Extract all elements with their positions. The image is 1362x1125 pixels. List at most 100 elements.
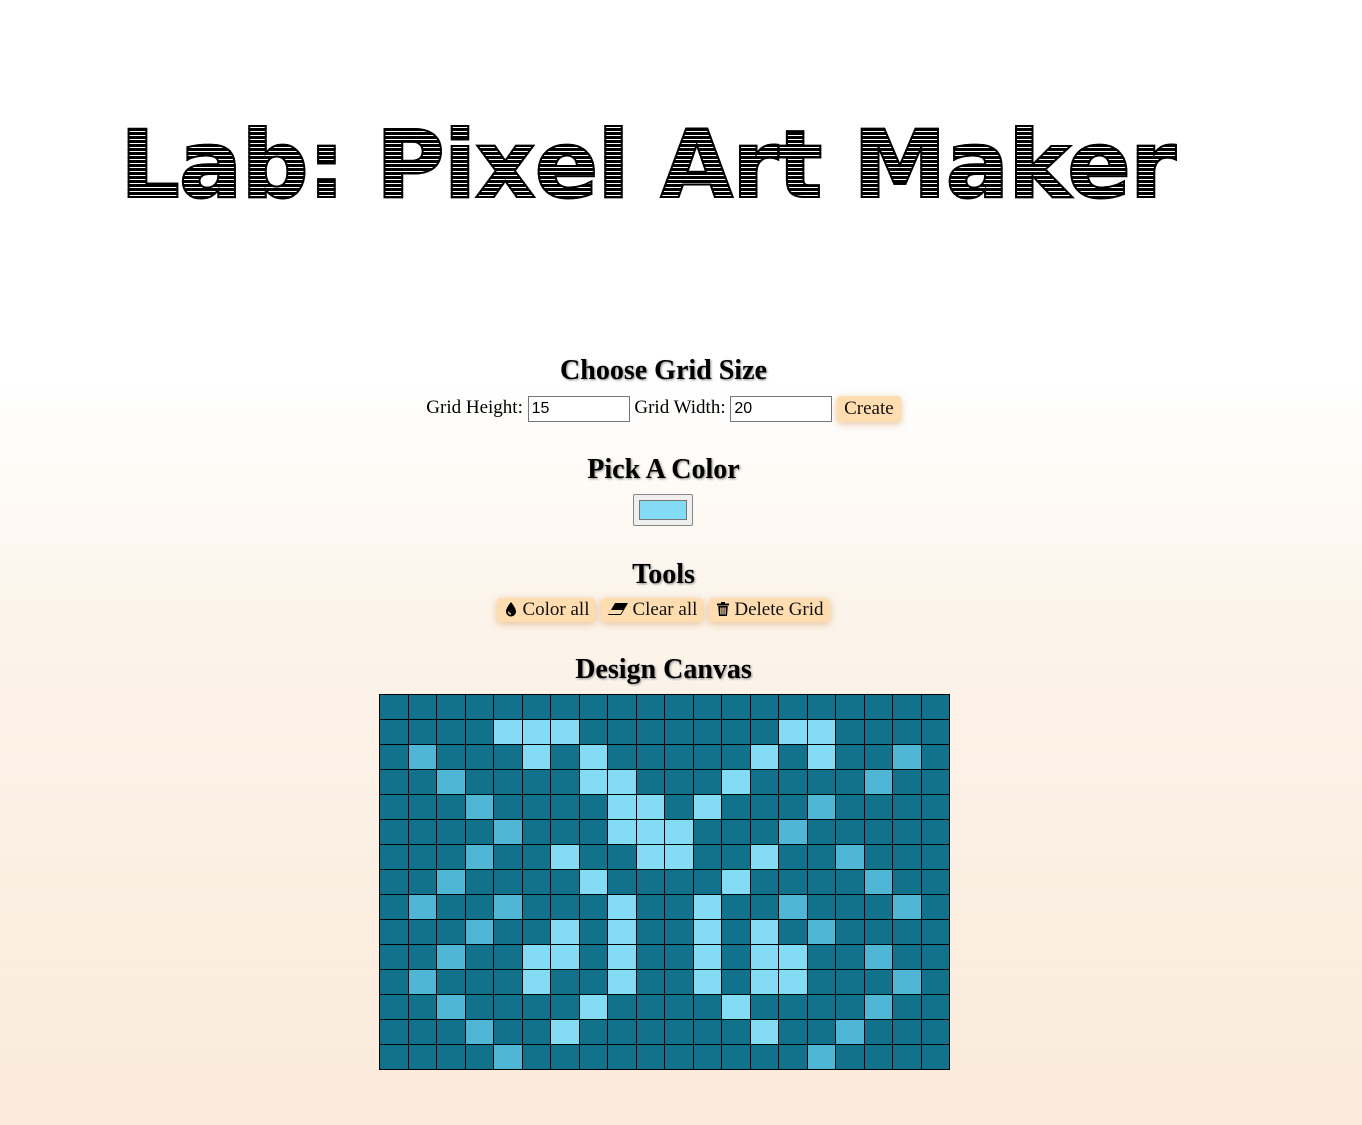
canvas-cell[interactable] xyxy=(578,969,608,995)
canvas-cell[interactable] xyxy=(863,794,893,820)
canvas-cell[interactable] xyxy=(664,944,694,970)
canvas-cell[interactable] xyxy=(920,969,950,995)
canvas-cell[interactable] xyxy=(379,1019,409,1045)
canvas-cell[interactable] xyxy=(835,719,865,745)
canvas-cell[interactable] xyxy=(407,794,437,820)
canvas-cell[interactable] xyxy=(863,844,893,870)
canvas-cell[interactable] xyxy=(778,819,808,845)
canvas-cell[interactable] xyxy=(892,994,922,1020)
canvas-cell[interactable] xyxy=(493,919,523,945)
create-button[interactable]: Create xyxy=(837,395,901,422)
canvas-cell[interactable] xyxy=(493,894,523,920)
canvas-cell[interactable] xyxy=(607,994,637,1020)
canvas-cell[interactable] xyxy=(664,869,694,895)
canvas-cell[interactable] xyxy=(578,719,608,745)
canvas-cell[interactable] xyxy=(635,944,665,970)
canvas-cell[interactable] xyxy=(407,1044,437,1070)
canvas-cell[interactable] xyxy=(863,1019,893,1045)
canvas-cell[interactable] xyxy=(550,769,580,795)
canvas-cell[interactable] xyxy=(778,794,808,820)
canvas-cell[interactable] xyxy=(920,894,950,920)
canvas-cell[interactable] xyxy=(379,894,409,920)
canvas-cell[interactable] xyxy=(436,869,466,895)
canvas-cell[interactable] xyxy=(835,894,865,920)
canvas-cell[interactable] xyxy=(379,769,409,795)
canvas-cell[interactable] xyxy=(806,744,836,770)
canvas-cell[interactable] xyxy=(806,794,836,820)
canvas-cell[interactable] xyxy=(521,694,551,720)
canvas-cell[interactable] xyxy=(635,869,665,895)
canvas-cell[interactable] xyxy=(436,919,466,945)
canvas-cell[interactable] xyxy=(778,744,808,770)
canvas-cell[interactable] xyxy=(835,694,865,720)
canvas-cell[interactable] xyxy=(493,694,523,720)
canvas-cell[interactable] xyxy=(692,744,722,770)
grid-width-input[interactable] xyxy=(730,395,833,422)
canvas-cell[interactable] xyxy=(806,869,836,895)
canvas-cell[interactable] xyxy=(721,744,751,770)
canvas-cell[interactable] xyxy=(550,794,580,820)
canvas-cell[interactable] xyxy=(835,944,865,970)
canvas-cell[interactable] xyxy=(778,1019,808,1045)
canvas-cell[interactable] xyxy=(379,819,409,845)
canvas-cell[interactable] xyxy=(493,769,523,795)
canvas-cell[interactable] xyxy=(436,894,466,920)
canvas-cell[interactable] xyxy=(806,994,836,1020)
canvas-cell[interactable] xyxy=(607,969,637,995)
canvas-cell[interactable] xyxy=(835,794,865,820)
canvas-cell[interactable] xyxy=(749,744,779,770)
canvas-cell[interactable] xyxy=(835,844,865,870)
canvas-cell[interactable] xyxy=(550,1044,580,1070)
canvas-cell[interactable] xyxy=(749,719,779,745)
canvas-cell[interactable] xyxy=(436,719,466,745)
clear-all-button[interactable]: Clear all xyxy=(601,598,704,622)
canvas-cell[interactable] xyxy=(892,794,922,820)
canvas-cell[interactable] xyxy=(749,869,779,895)
canvas-cell[interactable] xyxy=(521,919,551,945)
canvas-cell[interactable] xyxy=(578,919,608,945)
canvas-cell[interactable] xyxy=(806,1044,836,1070)
canvas-cell[interactable] xyxy=(407,894,437,920)
canvas-cell[interactable] xyxy=(521,1019,551,1045)
canvas-cell[interactable] xyxy=(749,794,779,820)
canvas-cell[interactable] xyxy=(493,819,523,845)
canvas-cell[interactable] xyxy=(664,894,694,920)
canvas-cell[interactable] xyxy=(920,719,950,745)
canvas-cell[interactable] xyxy=(436,944,466,970)
delete-grid-button[interactable]: Delete Grid xyxy=(709,598,830,622)
canvas-cell[interactable] xyxy=(806,844,836,870)
canvas-cell[interactable] xyxy=(835,869,865,895)
canvas-cell[interactable] xyxy=(379,744,409,770)
canvas-cell[interactable] xyxy=(493,1044,523,1070)
canvas-cell[interactable] xyxy=(692,1019,722,1045)
canvas-cell[interactable] xyxy=(464,944,494,970)
canvas-cell[interactable] xyxy=(635,1019,665,1045)
canvas-cell[interactable] xyxy=(806,1019,836,1045)
canvas-cell[interactable] xyxy=(407,1019,437,1045)
canvas-cell[interactable] xyxy=(806,969,836,995)
canvas-cell[interactable] xyxy=(635,694,665,720)
canvas-cell[interactable] xyxy=(920,844,950,870)
canvas-cell[interactable] xyxy=(436,794,466,820)
canvas-cell[interactable] xyxy=(493,744,523,770)
canvas-cell[interactable] xyxy=(692,769,722,795)
canvas-cell[interactable] xyxy=(550,869,580,895)
canvas-cell[interactable] xyxy=(778,719,808,745)
canvas-cell[interactable] xyxy=(892,844,922,870)
canvas-cell[interactable] xyxy=(920,694,950,720)
canvas-cell[interactable] xyxy=(835,1019,865,1045)
canvas-cell[interactable] xyxy=(436,1044,466,1070)
canvas-cell[interactable] xyxy=(635,894,665,920)
canvas-cell[interactable] xyxy=(806,719,836,745)
canvas-cell[interactable] xyxy=(863,744,893,770)
canvas-cell[interactable] xyxy=(863,894,893,920)
canvas-cell[interactable] xyxy=(863,1044,893,1070)
canvas-cell[interactable] xyxy=(407,819,437,845)
canvas-cell[interactable] xyxy=(721,944,751,970)
canvas-cell[interactable] xyxy=(721,694,751,720)
canvas-cell[interactable] xyxy=(464,719,494,745)
canvas-cell[interactable] xyxy=(436,769,466,795)
canvas-cell[interactable] xyxy=(721,869,751,895)
canvas-cell[interactable] xyxy=(521,894,551,920)
canvas-cell[interactable] xyxy=(778,894,808,920)
